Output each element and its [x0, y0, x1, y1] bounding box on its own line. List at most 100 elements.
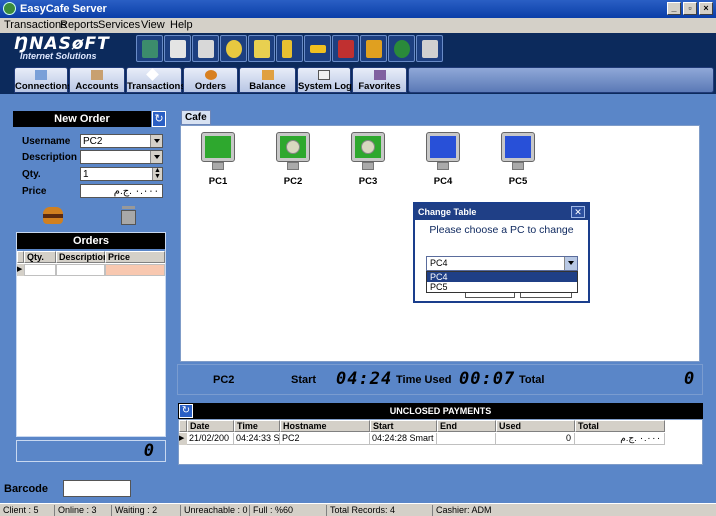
table-cell[interactable]: PC2	[280, 433, 370, 445]
tab-label: Accounts	[75, 81, 119, 92]
tab-cafe[interactable]: Cafe	[181, 110, 211, 125]
pc-name: PC4	[433, 176, 453, 187]
barcode-input[interactable]	[63, 480, 131, 497]
tab-label: System Log	[298, 81, 352, 92]
orders-total: 0	[143, 441, 155, 461]
column-header[interactable]: Qty.	[24, 251, 56, 263]
column-header[interactable]: Date	[187, 420, 234, 432]
document-icon[interactable]	[164, 35, 191, 62]
transactions-icon	[146, 68, 159, 81]
burger-icon[interactable]	[43, 207, 63, 225]
table-cell[interactable]: 21/02/200	[187, 433, 234, 445]
connections-icon	[35, 70, 47, 80]
minimize-button[interactable]: _	[667, 2, 681, 15]
column-header[interactable]: Description	[56, 251, 109, 263]
monitor-icon	[501, 132, 535, 162]
app-icon	[3, 2, 16, 15]
qty-label: Qty.	[22, 169, 41, 180]
dropdown-option[interactable]: PC4	[427, 272, 577, 282]
report-icon[interactable]	[192, 35, 219, 62]
price-field[interactable]: ٠.٠٠٠ .ج.م	[80, 184, 163, 198]
chevron-down-icon[interactable]	[564, 257, 577, 270]
column-header[interactable]: Total	[575, 420, 665, 432]
orders-total-box: 0	[16, 440, 166, 462]
tab-accounts[interactable]: Accounts	[69, 67, 125, 93]
order-cell[interactable]	[24, 264, 56, 276]
menu-services[interactable]: Services	[98, 19, 140, 31]
order-cell[interactable]	[56, 264, 105, 276]
menu-bar: Transactions Reports Services View Help	[0, 18, 716, 33]
spin-icon[interactable]: ▲ ▼	[152, 167, 162, 180]
settings-icon[interactable]	[220, 35, 247, 62]
column-header[interactable]: Price	[105, 251, 165, 263]
table-cell[interactable]: ٠.٠٠٠ .ج.م	[575, 433, 665, 445]
column-header[interactable]: End	[437, 420, 496, 432]
tab-system-log[interactable]: System Log	[297, 67, 352, 93]
price-label: Price	[22, 186, 47, 197]
status-records: Total Records: 4	[330, 505, 396, 515]
tab-favorites[interactable]: Favorites	[352, 67, 407, 93]
menu-transactions[interactable]: Transactions	[4, 19, 67, 31]
order-cell[interactable]	[105, 264, 165, 276]
orders-header: Orders	[17, 233, 165, 249]
change-table-dialog: Change Table ✕ Please choose a PC to cha…	[413, 202, 590, 303]
menu-view[interactable]: View	[141, 19, 165, 31]
tab-transactions[interactable]: Transactions	[126, 67, 186, 93]
status-full: Full : %60	[253, 505, 294, 515]
close-button[interactable]: ×	[699, 2, 713, 15]
qty-stepper[interactable]: 1 ▲ ▼	[80, 167, 163, 181]
refresh-icon[interactable]: ↻	[152, 111, 166, 127]
key-icon[interactable]	[304, 35, 331, 62]
menu-help[interactable]: Help	[170, 19, 193, 31]
username-select[interactable]: PC2	[80, 134, 163, 148]
refresh-icon[interactable]: ↻	[179, 404, 193, 418]
orders-icon	[204, 70, 217, 80]
orders-grid[interactable]: Qty. Description Price ▶	[17, 251, 165, 436]
dropdown-option[interactable]: PC5	[427, 282, 577, 292]
time-used-label: Time Used	[396, 374, 452, 386]
status-unreachable: Unreachable : 0	[184, 505, 248, 515]
pc-name: PC5	[508, 176, 528, 187]
tab-label: Orders	[194, 81, 227, 92]
payments-grid[interactable]: Date Time Hostname Start End Used Total …	[178, 419, 703, 465]
keys-icon[interactable]	[276, 35, 303, 62]
session-total: 0	[684, 369, 696, 389]
tab-orders[interactable]: Orders	[183, 67, 238, 93]
chevron-down-icon[interactable]	[150, 135, 162, 147]
table-cell[interactable]: 04:24:33 S	[234, 433, 280, 445]
pc-dropdown-list[interactable]: PC4 PC5	[426, 271, 578, 293]
description-label: Description	[22, 152, 78, 163]
column-header[interactable]: Hostname	[280, 420, 370, 432]
table-cell[interactable]: 0	[496, 433, 575, 445]
tag-icon[interactable]	[416, 35, 443, 62]
table-cell[interactable]	[437, 433, 496, 445]
monitor-icon	[426, 132, 460, 162]
pc-select-value: PC4	[430, 258, 448, 268]
trash-icon[interactable]	[120, 206, 137, 226]
column-header[interactable]: Time	[234, 420, 280, 432]
qty-value: 1	[83, 169, 89, 180]
status-client: Client : 5	[3, 505, 39, 515]
dialog-title: Change Table	[415, 204, 588, 220]
payments-header: UNCLOSED PAYMENTS	[178, 403, 703, 419]
total-label: Total	[519, 374, 545, 386]
status-cashier: Cashier: ADM	[436, 505, 492, 515]
globe-icon[interactable]	[388, 35, 415, 62]
tab-balance[interactable]: Balance	[239, 67, 296, 93]
table-cell[interactable]: 04:24:28 Smart S	[370, 433, 437, 445]
restore-button[interactable]: ▫	[683, 2, 697, 15]
column-header[interactable]: Start	[370, 420, 437, 432]
calculator-icon[interactable]	[248, 35, 275, 62]
pc-select[interactable]: PC4	[426, 256, 578, 271]
description-select[interactable]	[80, 150, 163, 164]
menu-reports[interactable]: Reports	[60, 19, 99, 31]
book-icon[interactable]	[360, 35, 387, 62]
tab-connections[interactable]: Connections	[14, 67, 73, 93]
system-log-icon	[318, 70, 330, 80]
chevron-down-icon[interactable]	[150, 151, 162, 163]
door-icon[interactable]	[332, 35, 359, 62]
column-header[interactable]: Used	[496, 420, 575, 432]
session-bar: PC2 Start 04:24 Time Used 00:07 Total 0	[177, 364, 703, 395]
close-icon[interactable]: ✕	[571, 206, 585, 218]
clients-icon[interactable]	[136, 35, 163, 62]
